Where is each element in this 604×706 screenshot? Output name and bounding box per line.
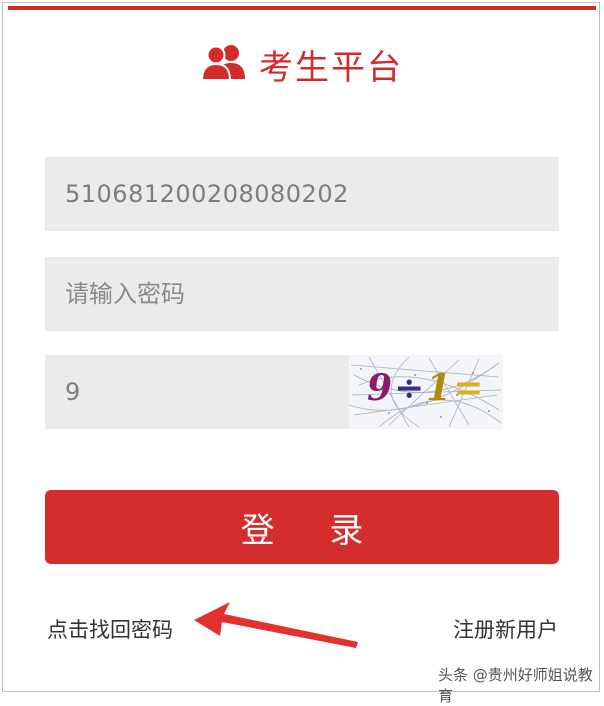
panel-header: 考生平台 xyxy=(0,36,604,92)
arrow-pointer-icon xyxy=(194,602,358,648)
captcha-image[interactable]: 9÷1= xyxy=(349,355,503,429)
captcha-text: 9÷1= xyxy=(367,367,486,409)
watermark: 头条 @贵州好师姐说教育 xyxy=(438,664,604,706)
login-button[interactable]: 登 录 xyxy=(45,490,559,564)
register-link[interactable]: 注册新用户 xyxy=(453,614,558,644)
account-input[interactable] xyxy=(45,157,559,231)
captcha-input[interactable] xyxy=(45,355,349,429)
forgot-password-link[interactable]: 点击找回密码 xyxy=(47,614,173,644)
page-title: 考生平台 xyxy=(259,47,403,88)
watermark-text: 头条 @贵州好师姐说教育 xyxy=(438,666,593,705)
top-accent-bar xyxy=(8,6,596,10)
password-input[interactable] xyxy=(45,257,559,331)
users-icon xyxy=(200,43,247,85)
login-panel xyxy=(2,2,600,692)
